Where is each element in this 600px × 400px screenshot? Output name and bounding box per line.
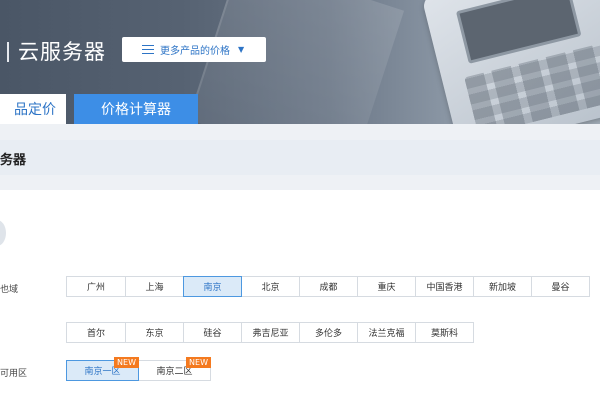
region-option-beijing[interactable]: 北京 [241,276,300,297]
region-option-shanghai[interactable]: 上海 [125,276,184,297]
region-option-hongkong[interactable]: 中国香港 [415,276,474,297]
page-title: 云服务器 [18,40,106,64]
tab-calculator-label: 价格计算器 [101,102,171,118]
region-option-guangzhou[interactable]: 广州 [66,276,126,297]
list-icon [142,45,154,54]
title-divider [7,42,9,62]
pricing-page: 云服务器 更多产品的价格 ▼ 品定价 价格计算器 务器 也域 广州 上海 南京 … [0,0,600,400]
calculator-image [421,0,600,124]
header-banner: 云服务器 更多产品的价格 ▼ 品定价 价格计算器 [0,0,600,124]
tab-price-calculator[interactable]: 价格计算器 [74,94,198,124]
tab-pricing-label: 品定价 [14,102,56,118]
section-header: 务器 [0,140,600,175]
new-badge: NEW [186,357,211,368]
more-products-button[interactable]: 更多产品的价格 ▼ [122,37,266,62]
more-products-label: 更多产品的价格 [160,46,230,57]
region-option-singapore[interactable]: 新加坡 [473,276,532,297]
zone-label: 可用区 [0,369,28,379]
banner-paper-decoration [187,0,405,124]
zone-row: 南京一区 NEW 南京二区 NEW [66,357,211,381]
region-option-bangkok[interactable]: 曼谷 [531,276,590,297]
region-option-frankfurt[interactable]: 法兰克福 [357,322,416,343]
region-row-1: 广州 上海 南京 北京 成都 重庆 中国香港 新加坡 曼谷 [66,276,590,297]
region-option-silicon-valley[interactable]: 硅谷 [183,322,242,343]
region-option-nanjing[interactable]: 南京 [183,276,242,297]
region-option-chongqing[interactable]: 重庆 [357,276,416,297]
region-label: 也域 [0,285,19,295]
tab-pricing[interactable]: 品定价 [0,94,66,124]
region-option-moscow[interactable]: 莫斯科 [415,322,474,343]
region-option-seoul[interactable]: 首尔 [66,322,126,343]
caret-down-icon: ▼ [238,45,245,54]
section-title: 务器 [0,153,27,168]
zone-option-nanjing-1[interactable]: 南京一区 NEW [66,357,139,381]
region-option-virginia[interactable]: 弗吉尼亚 [241,322,300,343]
region-option-chengdu[interactable]: 成都 [299,276,358,297]
region-option-toronto[interactable]: 多伦多 [299,322,358,343]
new-badge: NEW [114,357,139,368]
zone-option-nanjing-2[interactable]: 南京二区 NEW [138,357,211,381]
region-row-2: 首尔 东京 硅谷 弗吉尼亚 多伦多 法兰克福 莫斯科 [66,322,474,343]
region-option-tokyo[interactable]: 东京 [125,322,184,343]
